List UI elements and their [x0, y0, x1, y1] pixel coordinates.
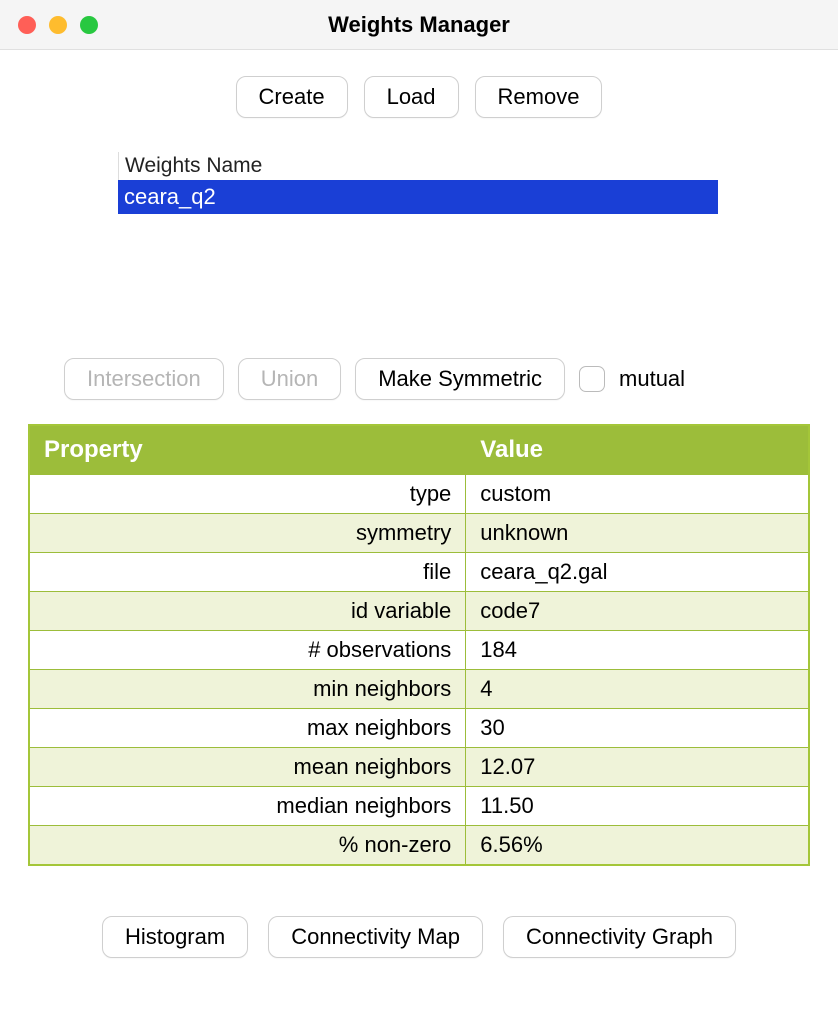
header-value: Value: [466, 425, 809, 475]
table-row[interactable]: median neighbors11.50: [29, 787, 809, 826]
traffic-lights: [0, 16, 98, 34]
property-value: code7: [466, 592, 809, 631]
table-row[interactable]: # observations184: [29, 631, 809, 670]
table-header-row: Property Value: [29, 425, 809, 475]
connectivity-map-button[interactable]: Connectivity Map: [268, 916, 483, 958]
property-name: file: [29, 553, 466, 592]
intersection-button[interactable]: Intersection: [64, 358, 224, 400]
weights-list: Weights Name ceara_q2: [118, 152, 718, 214]
table-row[interactable]: max neighbors30: [29, 709, 809, 748]
make-symmetric-button[interactable]: Make Symmetric: [355, 358, 565, 400]
table-row[interactable]: typecustom: [29, 475, 809, 514]
create-button[interactable]: Create: [236, 76, 348, 118]
connectivity-graph-button[interactable]: Connectivity Graph: [503, 916, 736, 958]
property-value: 6.56%: [466, 826, 809, 866]
histogram-button[interactable]: Histogram: [102, 916, 248, 958]
operations-row: Intersection Union Make Symmetric mutual: [0, 358, 838, 400]
property-name: id variable: [29, 592, 466, 631]
property-name: min neighbors: [29, 670, 466, 709]
property-value: unknown: [466, 514, 809, 553]
table-row[interactable]: min neighbors4: [29, 670, 809, 709]
property-name: median neighbors: [29, 787, 466, 826]
titlebar: Weights Manager: [0, 0, 838, 50]
mutual-label: mutual: [619, 366, 685, 392]
table-row[interactable]: fileceara_q2.gal: [29, 553, 809, 592]
property-name: symmetry: [29, 514, 466, 553]
property-name: mean neighbors: [29, 748, 466, 787]
property-name: # observations: [29, 631, 466, 670]
property-name: % non-zero: [29, 826, 466, 866]
property-value: custom: [466, 475, 809, 514]
property-value: 184: [466, 631, 809, 670]
header-property: Property: [29, 425, 466, 475]
mutual-checkbox[interactable]: [579, 366, 605, 392]
bottom-button-row: Histogram Connectivity Map Connectivity …: [0, 866, 838, 958]
union-button[interactable]: Union: [238, 358, 341, 400]
property-value: ceara_q2.gal: [466, 553, 809, 592]
property-value: 30: [466, 709, 809, 748]
weights-list-header[interactable]: Weights Name: [118, 152, 718, 180]
remove-button[interactable]: Remove: [475, 76, 603, 118]
table-row[interactable]: mean neighbors12.07: [29, 748, 809, 787]
property-value: 11.50: [466, 787, 809, 826]
table-row[interactable]: id variablecode7: [29, 592, 809, 631]
property-name: max neighbors: [29, 709, 466, 748]
top-button-row: Create Load Remove: [0, 50, 838, 152]
close-icon[interactable]: [18, 16, 36, 34]
load-button[interactable]: Load: [364, 76, 459, 118]
property-table: Property Value typecustomsymmetryunknown…: [28, 424, 810, 866]
table-row[interactable]: symmetryunknown: [29, 514, 809, 553]
property-name: type: [29, 475, 466, 514]
weights-list-row-selected[interactable]: ceara_q2: [118, 180, 718, 214]
maximize-icon[interactable]: [80, 16, 98, 34]
window-title: Weights Manager: [0, 12, 838, 38]
minimize-icon[interactable]: [49, 16, 67, 34]
property-value: 4: [466, 670, 809, 709]
table-row[interactable]: % non-zero6.56%: [29, 826, 809, 866]
property-value: 12.07: [466, 748, 809, 787]
